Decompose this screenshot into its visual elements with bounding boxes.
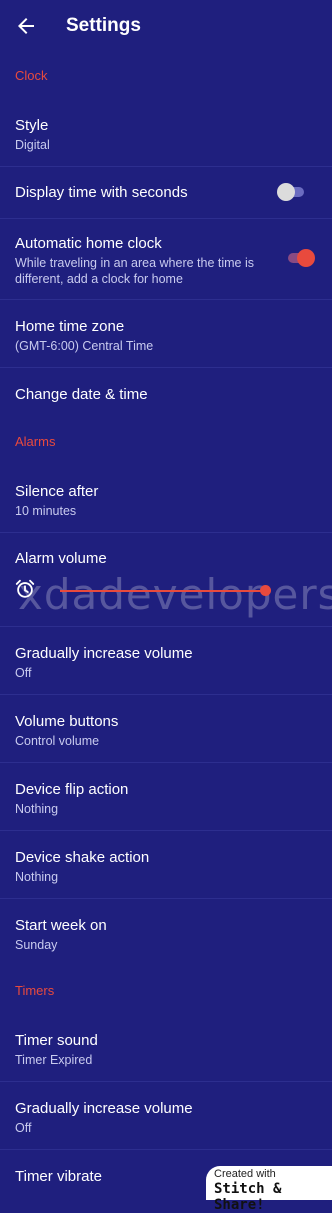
stitch-share-badge: Created with Stitch & Share! <box>206 1166 332 1213</box>
watermark: xdadevelopers <box>18 570 332 619</box>
divider <box>0 694 332 695</box>
badge-line2: Stitch & Share! <box>214 1181 282 1213</box>
setting-volume-buttons-value: Control volume <box>15 734 100 748</box>
setting-home-zone-value: (GMT-6:00) Central Time <box>15 339 154 353</box>
setting-style[interactable]: Style Digital <box>0 116 332 153</box>
setting-timer-sound-label: Timer sound <box>15 1032 98 1049</box>
setting-home-time-zone[interactable]: Home time zone (GMT-6:00) Central Time <box>0 317 332 354</box>
display-seconds-toggle[interactable] <box>277 183 307 201</box>
setting-auto-home-clock[interactable]: Automatic home clock While traveling in … <box>0 234 332 287</box>
setting-display-seconds-label: Display time with seconds <box>15 184 188 201</box>
setting-flip-label: Device flip action <box>15 781 129 798</box>
divider <box>0 367 332 368</box>
section-header-clock: Clock <box>15 68 48 83</box>
setting-volume-buttons-label: Volume buttons <box>15 713 119 730</box>
setting-gradual-label: Gradually increase volume <box>15 645 193 662</box>
divider <box>0 626 332 627</box>
setting-timer-sound-value: Timer Expired <box>15 1053 93 1067</box>
divider <box>0 1149 332 1150</box>
setting-device-shake[interactable]: Device shake action Nothing <box>0 848 332 885</box>
setting-silence-label: Silence after <box>15 483 99 500</box>
setting-week-value: Sunday <box>15 938 58 952</box>
badge-line1: Created with <box>214 1168 276 1180</box>
setting-device-flip[interactable]: Device flip action Nothing <box>0 780 332 817</box>
divider <box>0 898 332 899</box>
setting-week-label: Start week on <box>15 917 107 934</box>
setting-timer-gradual-label: Gradually increase volume <box>15 1100 193 1117</box>
divider <box>0 218 332 219</box>
setting-style-value: Digital <box>15 138 50 152</box>
setting-change-date-time[interactable]: Change date & time <box>0 385 332 404</box>
setting-volume-buttons[interactable]: Volume buttons Control volume <box>0 712 332 749</box>
divider <box>0 532 332 533</box>
setting-silence-after[interactable]: Silence after 10 minutes <box>0 482 332 519</box>
setting-shake-label: Device shake action <box>15 849 150 866</box>
setting-auto-home-desc: While traveling in an area where the tim… <box>15 256 255 286</box>
section-header-alarms: Alarms <box>15 434 56 449</box>
setting-change-date-label: Change date & time <box>15 386 148 403</box>
section-header-timers: Timers <box>15 983 55 998</box>
setting-timer-gradual-value: Off <box>15 1121 32 1135</box>
setting-alarm-volume: Alarm volume <box>0 549 332 568</box>
divider <box>0 166 332 167</box>
divider <box>0 762 332 763</box>
setting-home-zone-label: Home time zone <box>15 318 125 335</box>
alarm-volume-slider-thumb[interactable] <box>260 585 271 596</box>
alarm-clock-icon <box>15 579 35 598</box>
alarm-volume-slider-track[interactable] <box>60 590 266 592</box>
setting-alarm-volume-label: Alarm volume <box>15 550 107 567</box>
setting-gradual-volume[interactable]: Gradually increase volume Off <box>0 644 332 681</box>
setting-start-week[interactable]: Start week on Sunday <box>0 916 332 953</box>
setting-timer-sound[interactable]: Timer sound Timer Expired <box>0 1031 332 1068</box>
app-bar: Settings <box>0 0 332 52</box>
setting-flip-value: Nothing <box>15 802 59 816</box>
setting-auto-home-label: Automatic home clock <box>15 235 162 252</box>
divider <box>0 1081 332 1082</box>
back-arrow-icon[interactable] <box>14 14 38 38</box>
setting-style-label: Style <box>15 117 49 134</box>
divider <box>0 299 332 300</box>
setting-timer-gradual[interactable]: Gradually increase volume Off <box>0 1099 332 1136</box>
setting-silence-value: 10 minutes <box>15 504 77 518</box>
setting-gradual-value: Off <box>15 666 32 680</box>
divider <box>0 830 332 831</box>
auto-home-clock-toggle[interactable] <box>285 249 315 267</box>
page-title: Settings <box>66 15 141 36</box>
setting-shake-value: Nothing <box>15 870 59 884</box>
